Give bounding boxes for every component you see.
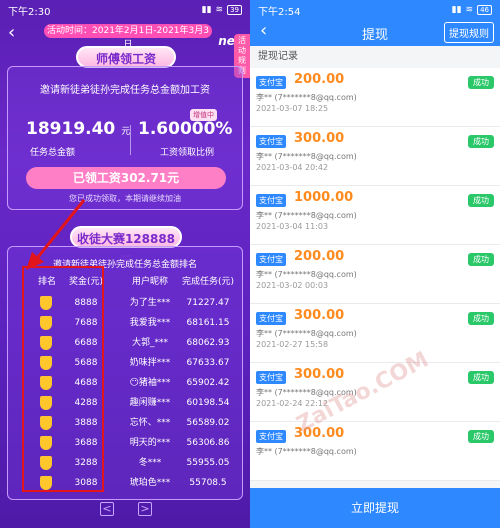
status-time: 下午2:30 bbox=[8, 6, 51, 18]
list-item: 支付宝 300.00 李** (7*******8@qq.com) 2021-02-2… bbox=[250, 304, 500, 363]
task-total-label: 任务总金额 bbox=[30, 148, 76, 158]
alipay-badge: 支付宝 bbox=[256, 312, 286, 325]
header-user: 用户昵称 bbox=[131, 277, 168, 287]
wage-subtitle: 邀请新徒弟徒孙完成任务总金额加工资 bbox=[40, 85, 210, 96]
activity-time: 活动时间：2021年2月1日-2021年3月3日 bbox=[44, 24, 212, 50]
record-list: 支付宝 200.00 李** (7*******8@qq.com) 2021-03-0… bbox=[250, 68, 500, 481]
header-task: 完成任务(元) bbox=[181, 277, 235, 287]
status-time: 下午2:54 bbox=[258, 6, 301, 18]
alipay-badge: 支付宝 bbox=[256, 430, 286, 443]
next-page-button[interactable]: > bbox=[138, 502, 152, 516]
section-label: 提现记录 bbox=[258, 51, 298, 62]
wage-ratio-label: 工资领取比例 bbox=[160, 148, 215, 158]
withdraw-now-button[interactable]: 立即提现 bbox=[250, 488, 500, 528]
amount: 300.00 bbox=[294, 308, 345, 323]
amount: 300.00 bbox=[294, 367, 345, 382]
withdraw-rules-button[interactable]: 提现规则 bbox=[444, 22, 494, 43]
wage-card: 邀请新徒弟徒孙完成任务总金额加工资 增值中 18919.40 元 任务总金额 1… bbox=[7, 66, 243, 210]
signal-icon: ▮▮ bbox=[451, 5, 462, 15]
amount: 200.00 bbox=[294, 249, 345, 264]
status-bar: 下午2:30 ▮▮ ≋ 39 bbox=[0, 0, 250, 20]
status-badge: 成功 bbox=[468, 76, 494, 89]
list-item: 支付宝 200.00 李** (7*******8@qq.com) 2021-03-0… bbox=[250, 68, 500, 127]
wage-ratio: 1.60000% bbox=[138, 119, 233, 139]
alipay-badge: 支付宝 bbox=[256, 76, 286, 89]
alipay-badge: 支付宝 bbox=[256, 371, 286, 384]
status-bar: 下午2:54 ▮▮ ≋ 46 bbox=[250, 0, 500, 20]
pager: < > bbox=[96, 502, 156, 518]
status-badge: 成功 bbox=[468, 312, 494, 325]
red-arrow-icon bbox=[26, 199, 86, 270]
amount: 200.00 bbox=[294, 72, 345, 87]
amount: 1000.00 bbox=[294, 190, 354, 205]
status-badge: 成功 bbox=[468, 253, 494, 266]
wifi-icon: ≋ bbox=[465, 5, 474, 15]
status-badge: 成功 bbox=[468, 430, 494, 443]
battery-icon: 46 bbox=[477, 5, 492, 15]
divider bbox=[130, 125, 131, 155]
status-badge: 成功 bbox=[468, 135, 494, 148]
amount: 300.00 bbox=[294, 131, 345, 146]
list-item: 支付宝 300.00 李** (7*******8@qq.com) 2021-03-0… bbox=[250, 127, 500, 186]
right-screen: 下午2:54 ▮▮ ≋ 46 ‹ 提现 提现规则 提现记录 支付宝 200.00 李… bbox=[250, 0, 500, 528]
nav-bar: ‹ 提现 提现规则 bbox=[250, 20, 500, 46]
alipay-badge: 支付宝 bbox=[256, 135, 286, 148]
battery-icon: 39 bbox=[227, 5, 242, 15]
list-item: 支付宝 200.00 李** (7*******8@qq.com) 2021-03-0… bbox=[250, 245, 500, 304]
status-badge: 成功 bbox=[468, 371, 494, 384]
list-item: 支付宝 300.00 李** (7*******8@qq.com) 成功 bbox=[250, 422, 500, 481]
wifi-icon: ≋ bbox=[215, 5, 224, 15]
left-screen: 下午2:30 ▮▮ ≋ 39 ‹ new 活动时间：2021年2月1日-2021… bbox=[0, 0, 250, 528]
task-total: 18919.40 元 bbox=[26, 119, 131, 139]
back-arrow-icon[interactable]: ‹ bbox=[8, 22, 15, 43]
alipay-badge: 支付宝 bbox=[256, 253, 286, 266]
status-badge: 成功 bbox=[468, 194, 494, 207]
status-icons: ▮▮ ≋ 46 bbox=[452, 5, 492, 15]
list-item: 支付宝 1000.00 李** (7*******8@qq.com) 2021-03-… bbox=[250, 186, 500, 245]
status-icons: ▮▮ ≋ 39 bbox=[202, 5, 242, 15]
prev-page-button[interactable]: < bbox=[100, 502, 114, 516]
paid-wage-button[interactable]: 已领工资302.71元 bbox=[26, 167, 226, 189]
signal-icon: ▮▮ bbox=[201, 5, 212, 15]
highlight-box bbox=[22, 266, 104, 492]
alipay-badge: 支付宝 bbox=[256, 194, 286, 207]
section1-title: 师傅领工资 bbox=[76, 46, 176, 68]
